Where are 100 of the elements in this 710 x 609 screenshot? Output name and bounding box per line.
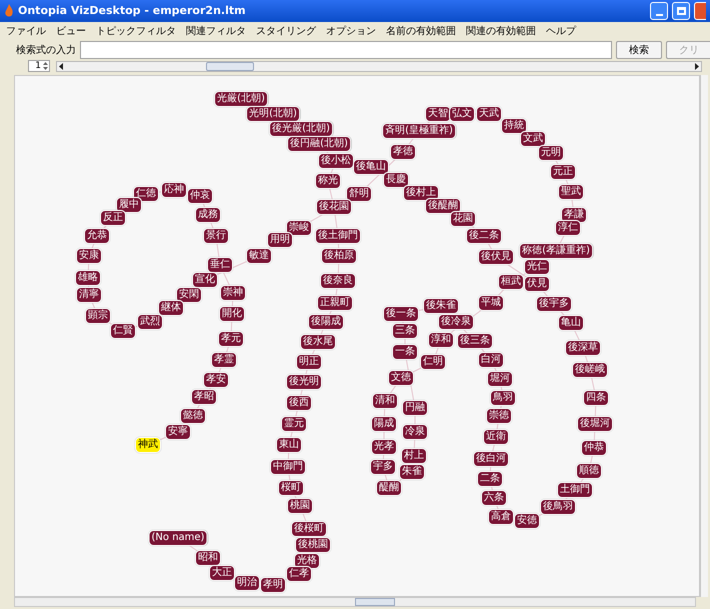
topic-node[interactable]: 仲恭: [581, 440, 607, 456]
topic-node[interactable]: 大正: [209, 565, 235, 581]
topic-node[interactable]: 近衛: [483, 429, 509, 445]
topic-node[interactable]: 三条: [392, 323, 418, 339]
topic-node[interactable]: 後桜町: [291, 521, 327, 537]
topic-node[interactable]: 継体: [158, 300, 184, 316]
topic-node[interactable]: 後鳥羽: [540, 499, 576, 515]
topic-node[interactable]: 醍醐: [376, 480, 402, 496]
topic-node[interactable]: 平城: [478, 295, 504, 311]
topic-node[interactable]: 東山: [276, 437, 302, 453]
topic-node[interactable]: 後水尾: [300, 334, 336, 350]
topic-node[interactable]: 明正: [296, 354, 322, 370]
topic-node[interactable]: 孝明: [260, 577, 286, 593]
topic-node[interactable]: 応神: [161, 182, 187, 198]
topic-node[interactable]: 六条: [481, 490, 507, 506]
topic-node[interactable]: 安寧: [165, 424, 191, 440]
slider-thumb[interactable]: [206, 62, 254, 70]
topic-node[interactable]: 開化: [219, 306, 245, 322]
topic-node[interactable]: 明治: [234, 575, 260, 591]
menu-item[interactable]: 名前の有効範囲: [386, 24, 456, 38]
menu-item[interactable]: ファイル: [6, 24, 46, 38]
topic-node[interactable]: 鳥羽: [490, 390, 516, 406]
menu-item[interactable]: オプション: [326, 24, 376, 38]
topic-node[interactable]: 景行: [203, 228, 229, 244]
topic-node[interactable]: 崇神: [220, 285, 246, 301]
topic-node[interactable]: 後小松: [318, 153, 354, 169]
topic-node[interactable]: 中御門: [270, 459, 306, 475]
topic-node[interactable]: 桜町: [278, 480, 304, 496]
topic-node[interactable]: 二条: [477, 471, 503, 487]
horizontal-scrollbar[interactable]: [14, 597, 696, 607]
topic-node[interactable]: 安康: [76, 248, 102, 264]
topic-node[interactable]: 仁明: [420, 354, 446, 370]
topic-node[interactable]: 聖武: [558, 184, 584, 200]
topic-node[interactable]: 後冷泉: [438, 314, 474, 330]
topic-node[interactable]: 後深草: [565, 340, 601, 356]
topic-node[interactable]: 反正: [100, 210, 126, 226]
topic-node[interactable]: 土御門: [557, 482, 593, 498]
topic-node[interactable]: 後亀山: [353, 159, 389, 175]
topic-node[interactable]: 天智: [425, 106, 451, 122]
topic-node[interactable]: 崇徳: [486, 408, 512, 424]
topic-node[interactable]: 後白河: [473, 451, 509, 467]
topic-node[interactable]: 称徳(孝謙重祚): [519, 243, 593, 259]
search-button[interactable]: 検索: [616, 41, 662, 59]
menu-item[interactable]: 関連の有効範囲: [466, 24, 536, 38]
topic-node[interactable]: 淳和: [428, 332, 454, 348]
topic-node[interactable]: 後柏原: [321, 248, 357, 264]
topic-node[interactable]: 順徳: [576, 463, 602, 479]
topic-node[interactable]: 孝霊: [211, 352, 237, 368]
topic-node[interactable]: 後西: [286, 395, 312, 411]
topic-node[interactable]: 後三条: [457, 333, 493, 349]
topic-node[interactable]: 後宇多: [536, 296, 572, 312]
topic-node[interactable]: 用明: [267, 232, 293, 248]
topic-node[interactable]: 堀河: [487, 371, 513, 387]
topic-node[interactable]: 舒明: [346, 186, 372, 202]
topic-node[interactable]: 成務: [195, 207, 221, 223]
topic-node[interactable]: 後奈良: [320, 273, 356, 289]
menu-item[interactable]: ヘルプ: [546, 24, 576, 38]
topic-node[interactable]: 亀山: [558, 315, 584, 331]
topic-node[interactable]: 桓武: [498, 274, 524, 290]
topic-node[interactable]: 正親町: [317, 295, 353, 311]
topic-node[interactable]: 一条: [392, 344, 418, 360]
menu-item[interactable]: トピックフィルタ: [96, 24, 176, 38]
topic-node[interactable]: 顕宗: [85, 308, 111, 324]
topic-node[interactable]: 仁賢: [110, 323, 136, 339]
topic-node[interactable]: 光明(北朝): [246, 106, 300, 122]
topic-node[interactable]: 冷泉: [402, 424, 428, 440]
topic-node[interactable]: 孝元: [218, 331, 244, 347]
minimize-button[interactable]: [650, 2, 668, 20]
search-field[interactable]: [80, 41, 612, 59]
topic-node[interactable]: 後光明: [286, 374, 322, 390]
topic-node[interactable]: 孝昭: [191, 389, 217, 405]
topic-node[interactable]: 後嵯峨: [572, 362, 608, 378]
topic-node[interactable]: 允恭: [84, 228, 110, 244]
topic-node[interactable]: 安徳: [514, 513, 540, 529]
zoom-slider[interactable]: [56, 60, 702, 72]
menu-item[interactable]: ビュー: [56, 24, 86, 38]
topic-node[interactable]: 武烈: [137, 314, 163, 330]
topic-node[interactable]: 宣化: [192, 272, 218, 288]
topic-node[interactable]: 清和: [372, 393, 398, 409]
topic-node[interactable]: 光格: [294, 553, 320, 569]
locality-spinner[interactable]: 1: [28, 60, 50, 72]
topic-node[interactable]: 文武: [520, 131, 546, 147]
topic-node[interactable]: 昭和: [195, 550, 221, 566]
spinner-arrows-icon[interactable]: [42, 61, 49, 71]
topic-node[interactable]: 後桃園: [295, 537, 331, 553]
topic-node[interactable]: 後村上: [403, 185, 439, 201]
close-button[interactable]: [694, 2, 706, 20]
maximize-button[interactable]: [672, 2, 690, 20]
topic-node[interactable]: 高倉: [488, 509, 514, 525]
topic-node[interactable]: 後陽成: [308, 314, 344, 330]
topic-node[interactable]: 白河: [478, 352, 504, 368]
topic-node[interactable]: 長慶: [383, 172, 409, 188]
topic-node[interactable]: 後光厳(北朝): [269, 121, 333, 137]
topic-node[interactable]: 天武: [476, 106, 502, 122]
menu-item[interactable]: スタイリング: [256, 24, 316, 38]
topic-node[interactable]: 垂仁: [207, 257, 233, 273]
topic-node[interactable]: 朱雀: [399, 464, 425, 480]
topic-node[interactable]: 清寧: [76, 287, 102, 303]
topic-node[interactable]: 円融: [402, 400, 428, 416]
right-arrow-icon[interactable]: [692, 62, 701, 70]
